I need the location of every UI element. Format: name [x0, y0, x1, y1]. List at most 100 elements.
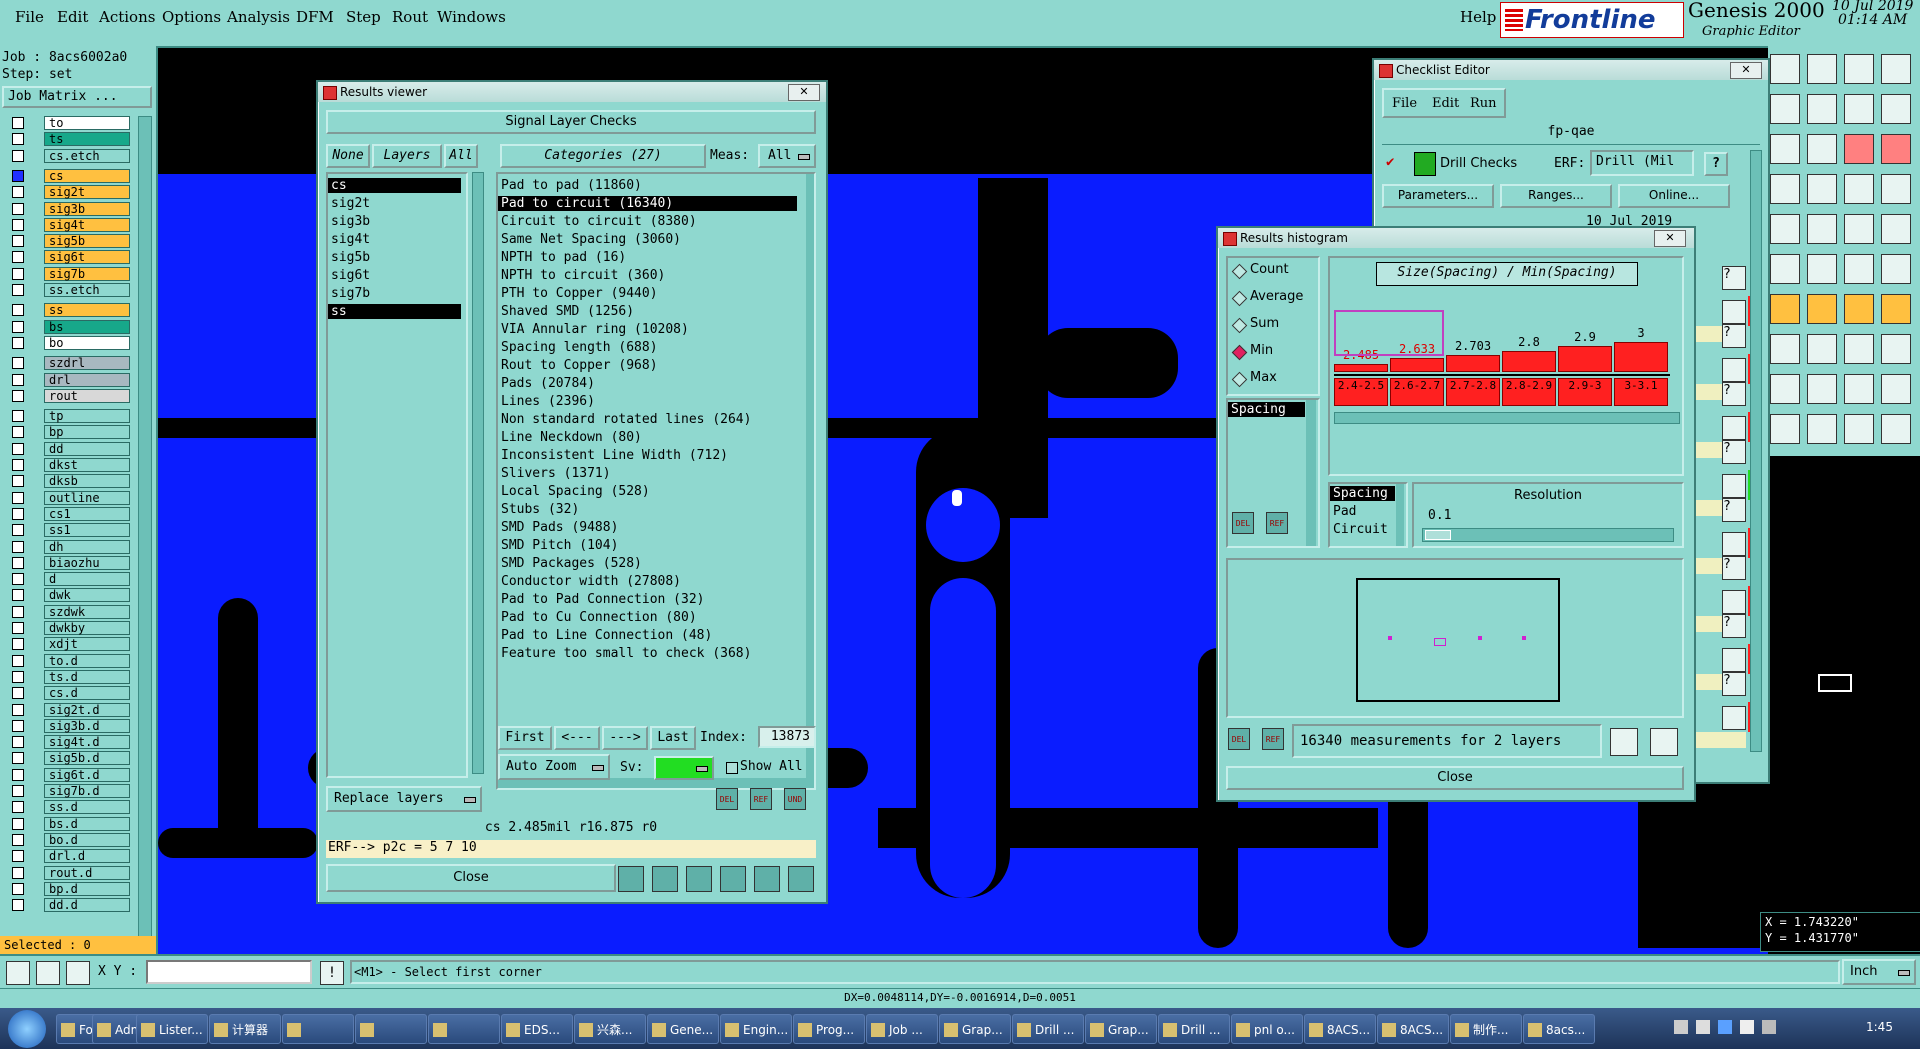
results-viewer-titlebar[interactable]: Results viewer ✕ [318, 82, 826, 102]
tool-icon[interactable] [1844, 254, 1874, 284]
prev-button[interactable]: <--- [554, 726, 600, 750]
layer-checkbox[interactable] [12, 540, 24, 553]
layer-row[interactable]: dksb [8, 474, 130, 489]
layer-row[interactable]: dd.d [8, 898, 130, 913]
layer-name[interactable]: xdjt [44, 637, 130, 652]
xy-input[interactable] [146, 960, 312, 984]
layer-checkbox[interactable] [12, 703, 24, 716]
tool-icon[interactable] [1844, 214, 1874, 244]
histogram-icon[interactable] [788, 866, 814, 892]
select-all-button[interactable]: All [444, 144, 478, 168]
tool-icon[interactable] [1770, 54, 1800, 84]
layer-name[interactable]: dwk [44, 588, 130, 603]
tool-icon[interactable] [1881, 134, 1911, 164]
mode-label[interactable]: Max [1250, 370, 1277, 385]
layer-name[interactable]: szdrl [44, 356, 130, 371]
alert-icon[interactable]: ! [320, 961, 344, 985]
monitor-icon[interactable] [652, 866, 678, 892]
slider-handle[interactable] [1425, 530, 1451, 540]
layer-row[interactable]: dd [8, 441, 130, 456]
layer-row[interactable]: sig2t [8, 185, 130, 200]
task-button[interactable]: Drill ... [1012, 1014, 1084, 1044]
layer-row[interactable]: drl.d [8, 849, 130, 864]
layer-checkbox[interactable] [12, 389, 24, 402]
task-button[interactable]: Prog... [793, 1014, 865, 1044]
category-item[interactable]: SMD Pitch (104) [498, 538, 797, 553]
tool-icon[interactable] [1807, 174, 1837, 204]
layer-checkbox[interactable] [12, 850, 24, 863]
layer-checkbox[interactable] [12, 507, 24, 520]
menu-rout[interactable]: Rout [392, 8, 428, 26]
index-input[interactable]: 13873 [758, 726, 816, 748]
layer-row[interactable]: ss [8, 303, 130, 318]
type-item[interactable]: Pad [1330, 504, 1395, 519]
close-icon[interactable]: ✕ [1654, 230, 1686, 247]
layer-row[interactable]: ts.d [8, 669, 130, 684]
delete-icon[interactable]: DEL [1232, 512, 1254, 534]
layer-checkbox[interactable] [12, 202, 24, 215]
layer-name[interactable]: sig6t [44, 250, 130, 265]
ranges-button[interactable]: Ranges... [1500, 184, 1612, 208]
run-icon[interactable] [1722, 532, 1746, 556]
mode-label[interactable]: Min [1250, 343, 1273, 358]
arrow-tool-icon[interactable] [6, 961, 30, 985]
layer-checkbox[interactable] [12, 801, 24, 814]
layer-checkbox[interactable] [12, 459, 24, 471]
layer-row[interactable]: biaozhu [8, 555, 130, 570]
layer-checkbox[interactable] [12, 882, 24, 895]
refresh-icon[interactable]: REF [1262, 728, 1284, 750]
category-item[interactable]: Same Net Spacing (3060) [498, 232, 797, 247]
spacing-item[interactable]: Spacing [1228, 402, 1305, 417]
layer-name[interactable]: drl [44, 372, 130, 387]
layer-checkbox[interactable] [12, 719, 24, 732]
layer-name[interactable]: ss [44, 303, 130, 318]
layer-checkbox[interactable] [12, 573, 24, 586]
layer-name[interactable]: cs [44, 168, 130, 183]
type-item[interactable]: Circuit [1330, 522, 1395, 537]
layer-checkbox[interactable] [12, 373, 24, 386]
layer-name[interactable]: cs.etch [44, 148, 130, 163]
tool-icon[interactable] [1881, 54, 1911, 84]
tool-icon[interactable] [1881, 374, 1911, 404]
task-button[interactable]: EDS... [501, 1014, 573, 1044]
close-icon[interactable]: ✕ [1730, 62, 1762, 79]
layer-name[interactable]: drl.d [44, 849, 130, 864]
menu-options[interactable]: Options [162, 8, 221, 26]
run-icon[interactable] [1722, 474, 1746, 498]
layer-item[interactable]: sig4t [328, 232, 461, 247]
layer-row[interactable]: sig5b [8, 234, 130, 249]
layer-row[interactable]: d [8, 572, 130, 587]
tool-icon[interactable] [1881, 414, 1911, 444]
layer-name[interactable]: bs [44, 319, 130, 334]
category-item[interactable]: Rout to Copper (968) [498, 358, 797, 373]
layer-row[interactable]: bo [8, 335, 130, 350]
layer-row[interactable]: sig6t.d [8, 767, 130, 782]
language-icon[interactable] [1696, 1020, 1710, 1034]
menu-step[interactable]: Step [346, 8, 381, 26]
layer-list-scrollbar[interactable] [138, 116, 152, 974]
category-item[interactable]: Feature too small to check (368) [498, 646, 797, 661]
help-icon[interactable]: ? [1722, 556, 1746, 580]
tool-icon[interactable] [1807, 254, 1837, 284]
layer-item[interactable]: sig3b [328, 214, 461, 229]
network-icon[interactable] [1718, 1020, 1732, 1034]
checklist-scrollbar[interactable] [1750, 150, 1762, 752]
layer-name[interactable]: to.d [44, 653, 130, 668]
category-item[interactable]: PTH to Copper (9440) [498, 286, 797, 301]
layer-row[interactable]: ss1 [8, 523, 130, 538]
close-icon[interactable]: ✕ [788, 84, 820, 101]
refresh-icon[interactable]: REF [1266, 512, 1288, 534]
layer-checkbox[interactable] [12, 736, 24, 749]
histogram-bar[interactable] [1558, 346, 1612, 372]
tool-icon[interactable] [1807, 414, 1837, 444]
category-item[interactable]: Pad to Pad Connection (32) [498, 592, 797, 607]
layer-checkbox[interactable] [12, 605, 24, 618]
layer-row[interactable]: ts [8, 132, 130, 147]
layer-checkbox[interactable] [12, 410, 24, 423]
menu-analysis[interactable]: Analysis [227, 8, 290, 26]
checklist-menu-file[interactable]: File [1392, 96, 1417, 111]
run-icon[interactable] [1722, 706, 1746, 730]
task-button[interactable]: 8ACS... [1304, 1014, 1376, 1044]
tool-icon[interactable] [1807, 334, 1837, 364]
layer-row[interactable]: bp.d [8, 881, 130, 896]
